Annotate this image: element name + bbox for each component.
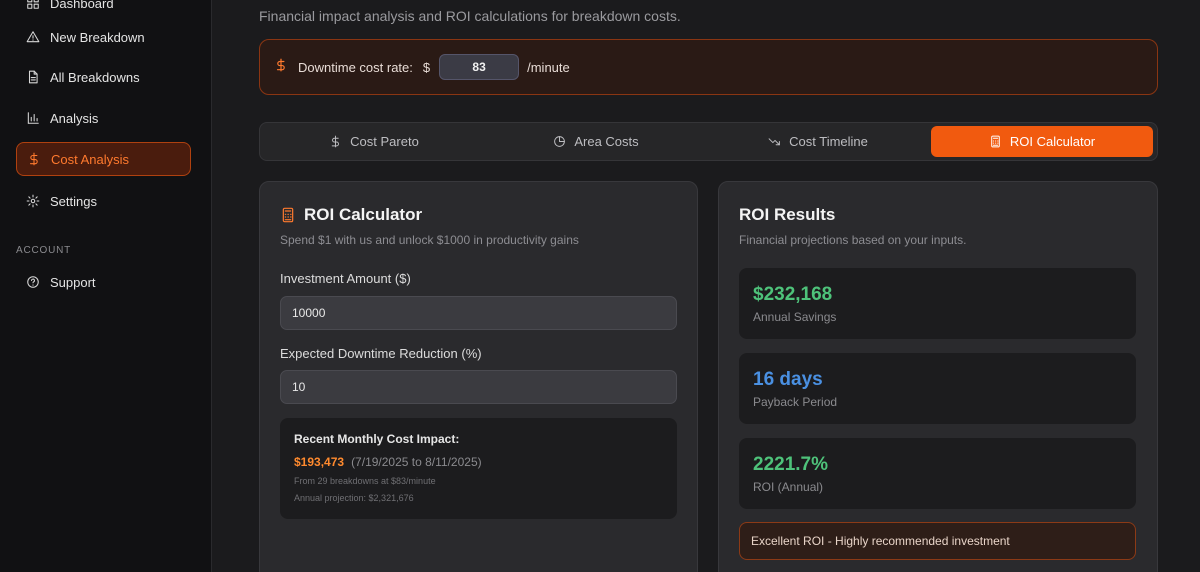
investment-label: Investment Amount ($) [280, 271, 411, 286]
investment-input[interactable] [280, 296, 677, 330]
reduction-label: Expected Downtime Reduction (%) [280, 346, 482, 361]
rate-currency: $ [422, 59, 431, 75]
app-root: Dashboard New Breakdown All Breakdowns A… [0, 0, 1200, 572]
help-circle-icon [24, 273, 42, 291]
document-icon [24, 68, 42, 86]
dollar-icon [274, 58, 288, 77]
result-label: Payback Period [753, 395, 838, 409]
sidebar-item-new-breakdown[interactable]: New Breakdown [16, 20, 191, 54]
monthly-impact-box: Recent Monthly Cost Impact: $193,473 (7/… [280, 418, 677, 519]
sidebar-item-label: Settings [50, 193, 97, 209]
result-value: 2221.7% [753, 454, 829, 475]
sidebar: Dashboard New Breakdown All Breakdowns A… [0, 0, 212, 572]
impact-line: $193,473 (7/19/2025 to 8/11/2025) [294, 455, 482, 469]
main-content: Financial impact analysis and ROI calcul… [212, 0, 1200, 572]
sidebar-item-label: New Breakdown [50, 29, 145, 45]
sidebar-item-support[interactable]: Support [16, 265, 191, 299]
sidebar-item-analysis[interactable]: Analysis [16, 101, 191, 135]
sidebar-item-label: Dashboard [50, 0, 114, 11]
page-subtitle: Financial impact analysis and ROI calcul… [259, 8, 681, 24]
impact-annual-note: Annual projection: $2,321,676 [294, 493, 414, 503]
dollar-icon [329, 135, 342, 148]
result-label: ROI (Annual) [753, 480, 824, 494]
downtime-rate-input[interactable] [439, 54, 520, 80]
dashboard-icon [24, 0, 42, 12]
results-subtitle: Financial projections based on your inpu… [739, 233, 967, 247]
tab-label: Area Costs [574, 134, 639, 149]
reduction-input[interactable] [280, 370, 677, 404]
calculator-title-text: ROI Calculator [304, 205, 423, 224]
results-title: ROI Results [739, 205, 836, 224]
roi-calculator-card: ROI Calculator Spend $1 with us and unlo… [259, 181, 698, 572]
sidebar-item-label: Cost Analysis [51, 151, 130, 167]
result-payback-period: 16 days Payback Period [739, 353, 1136, 424]
tab-label: ROI Calculator [1009, 134, 1096, 149]
tab-cost-pareto[interactable]: Cost Pareto [263, 126, 485, 157]
impact-from-note: From 29 breakdowns at $83/minute [294, 476, 436, 486]
result-value: $232,168 [753, 284, 833, 305]
pie-chart-icon [553, 135, 566, 148]
tab-roi-calculator[interactable]: ROI Calculator [931, 126, 1153, 157]
sidebar-item-label: Analysis [50, 110, 99, 126]
sidebar-section-account: ACCOUNT [16, 245, 72, 256]
result-label: Annual Savings [753, 310, 837, 324]
sidebar-item-label: All Breakdowns [50, 69, 140, 85]
cost-tabs: Cost Pareto Area Costs Cost Timeline ROI… [259, 122, 1158, 161]
dollar-icon [25, 150, 43, 168]
gear-icon [24, 192, 42, 210]
roi-results-card: ROI Results Financial projections based … [718, 181, 1158, 572]
sidebar-item-label: Support [50, 274, 96, 290]
impact-range: (7/19/2025 to 8/11/2025) [351, 455, 482, 469]
sidebar-item-all-breakdowns[interactable]: All Breakdowns [16, 60, 191, 94]
calculator-icon [989, 135, 1002, 148]
tab-label: Cost Timeline [789, 134, 868, 149]
result-value: 16 days [753, 369, 823, 390]
calculator-icon [280, 207, 296, 223]
bar-chart-icon [24, 109, 42, 127]
tab-area-costs[interactable]: Area Costs [485, 126, 707, 157]
impact-amount: $193,473 [294, 455, 345, 469]
rate-unit: /minute [527, 59, 570, 75]
sidebar-item-settings[interactable]: Settings [16, 184, 191, 218]
roi-verdict-badge: Excellent ROI - Highly recommended inves… [739, 522, 1136, 560]
rate-label: Downtime cost rate: [298, 59, 413, 75]
tab-label: Cost Pareto [350, 134, 419, 149]
warning-icon [24, 28, 42, 46]
trend-down-icon [768, 135, 781, 148]
sidebar-item-dashboard[interactable]: Dashboard [16, 0, 191, 20]
calculator-subtitle: Spend $1 with us and unlock $1000 in pro… [280, 233, 579, 247]
result-annual-savings: $232,168 Annual Savings [739, 268, 1136, 339]
impact-title: Recent Monthly Cost Impact: [294, 432, 460, 446]
downtime-rate-bar: Downtime cost rate: $ /minute [259, 39, 1158, 95]
tab-cost-timeline[interactable]: Cost Timeline [707, 126, 929, 157]
calculator-title: ROI Calculator [280, 205, 422, 225]
result-roi-annual: 2221.7% ROI (Annual) [739, 438, 1136, 509]
sidebar-item-cost-analysis[interactable]: Cost Analysis [16, 142, 191, 176]
